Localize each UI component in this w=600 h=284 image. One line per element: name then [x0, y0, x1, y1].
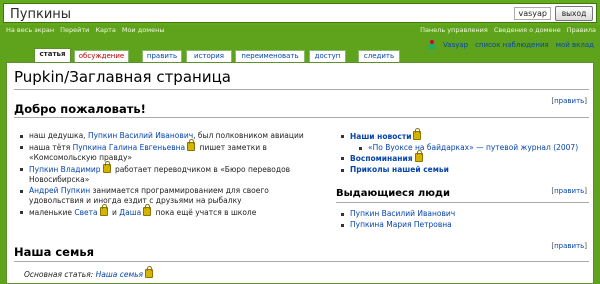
site-title[interactable]: Пупкины [10, 7, 71, 22]
tab-rename[interactable]: переименовать [235, 50, 305, 62]
tab-edit[interactable]: править [142, 50, 182, 62]
people-edit-link[interactable]: править [554, 187, 584, 195]
lock-icon [143, 203, 152, 216]
welcome-edit: [править] [551, 97, 587, 105]
list-item: Пупкин Василий Иванович [340, 209, 590, 220]
title-bar: Пупкины vasyap выход [0, 0, 600, 25]
content-area: Pupkin/Заглавная страница Добро пожалова… [6, 62, 594, 284]
list-item: Пупкин Владимир работает переводчиком в … [19, 160, 319, 186]
personal-watchlist[interactable]: список наблюдения [475, 41, 549, 49]
news-list: Наши новости «По Вуоксе на байдарках» — … [340, 128, 590, 176]
item-text-pre: наша тётя [29, 142, 73, 152]
item-text-pre: наш дедушка, [29, 131, 88, 140]
nav-map[interactable]: Карта [95, 26, 116, 34]
person-link[interactable]: Андрей Пупкин [29, 186, 90, 195]
nav-fullscreen[interactable]: На весь экран [6, 26, 54, 34]
people-divider [336, 202, 589, 203]
news-link[interactable]: Наши новости [350, 132, 411, 141]
person-link[interactable]: Даша [119, 208, 141, 217]
personal-username[interactable]: Vasyap [443, 41, 468, 49]
nav-domain-info[interactable]: Сведения о домене [494, 26, 561, 34]
item-text-mid: и [109, 207, 120, 217]
nav-goto[interactable]: Перейти [60, 26, 89, 34]
item-text-pre: маленькие [29, 207, 75, 217]
personal-contributions[interactable]: мой вклад [556, 41, 594, 49]
welcome-edit-link[interactable]: править [554, 97, 584, 105]
item-text-post: , был полковником авиации [193, 131, 304, 140]
travel-journal-link[interactable]: «По Вуоксе на байдарках» — путевой журна… [368, 143, 578, 152]
tab-article[interactable]: статья [34, 48, 71, 62]
lock-icon [413, 128, 422, 140]
username-field[interactable]: vasyap [514, 7, 551, 20]
main-article-label: Основная статья: [24, 270, 94, 279]
welcome-list: наш дедушка, Пупкин Василий Иванович, бы… [19, 131, 319, 218]
main-article-note: Основная статья: Наша семья [24, 266, 155, 279]
lock-icon [187, 138, 196, 151]
person-link[interactable]: Пупкина Галина Евгеньевна [73, 143, 186, 152]
welcome-divider [14, 117, 589, 118]
title-box: Пупкины vasyap выход [3, 3, 597, 23]
person-link[interactable]: Пупкин Василий Иванович [88, 131, 193, 140]
tab-watch[interactable]: следить [358, 50, 400, 62]
list-item: «По Вуоксе на байдарках» — путевой журна… [350, 143, 590, 154]
list-item: Воспоминания [340, 150, 590, 165]
top-nav: На весь экран Перейти Карта Мои домены П… [0, 25, 600, 37]
list-item: наш дедушка, Пупкин Василий Иванович, бы… [19, 131, 319, 142]
tab-access[interactable]: доступ [309, 50, 346, 62]
personal-tools: Vasyap список наблюдения мой вклад [427, 40, 594, 49]
people-list: Пупкин Василий Иванович Пупкина Мария Пе… [340, 209, 590, 230]
memories-link[interactable]: Воспоминания [350, 154, 413, 163]
person-link[interactable]: Света [74, 208, 97, 217]
list-item: Наши новости «По Вуоксе на байдарках» — … [340, 128, 590, 154]
jokes-link[interactable]: Приколы нашей семьи [350, 165, 449, 174]
family-heading: Наша семья [14, 245, 95, 259]
nav-my-domains[interactable]: Мои домены [122, 26, 165, 34]
list-item: Пупкина Мария Петровна [340, 220, 590, 231]
list-item: Приколы нашей семьи [340, 165, 590, 176]
tab-bar: статья обсуждение править история переим… [6, 37, 594, 62]
item-text-post: пока ещё учатся в школе [153, 207, 257, 217]
person-link[interactable]: Пупкин Василий Иванович [350, 209, 455, 218]
title-divider [14, 89, 589, 90]
family-divider [14, 261, 589, 262]
news-sublist: «По Вуоксе на байдарках» — путевой журна… [350, 143, 590, 154]
nav-control-panel[interactable]: Панель управления [420, 26, 488, 34]
tab-history[interactable]: история [186, 50, 232, 62]
people-heading: Выдающиеся люди [336, 188, 451, 199]
list-item: Андрей Пупкин занимается программировани… [19, 186, 319, 207]
person-link[interactable]: Пупкина Мария Петровна [350, 220, 452, 229]
family-edit-link[interactable]: править [554, 242, 584, 250]
lock-icon [414, 150, 423, 162]
welcome-heading: Добро пожаловать! [14, 102, 146, 116]
user-icon [427, 40, 437, 49]
exit-button[interactable]: выход [555, 6, 593, 21]
list-item: наша тётя Пупкина Галина Евгеньевна пише… [19, 138, 319, 164]
main-article-link[interactable]: Наша семья [96, 270, 143, 279]
people-edit: [править] [551, 187, 587, 195]
lock-icon [145, 266, 154, 278]
list-item: маленькие Света и Даша пока ещё учатся в… [19, 203, 319, 219]
tab-discussion[interactable]: обсуждение [74, 50, 129, 62]
family-edit: [править] [551, 242, 587, 250]
lock-icon [102, 160, 111, 173]
nav-rules[interactable]: Правила [567, 26, 596, 34]
person-link[interactable]: Пупкин Владимир [29, 165, 101, 174]
lock-icon [99, 203, 108, 216]
page-title: Pupkin/Заглавная страница [14, 68, 231, 86]
